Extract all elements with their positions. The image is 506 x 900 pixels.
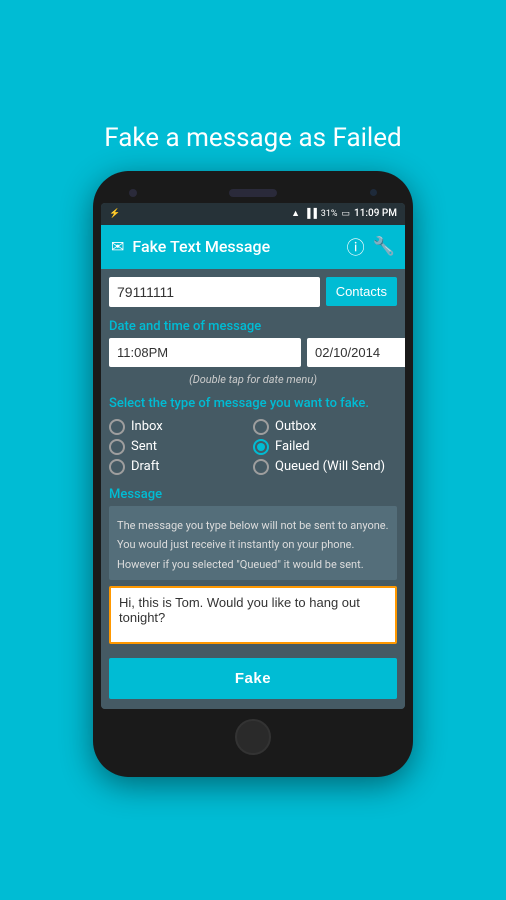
radio-sent-circle bbox=[109, 439, 125, 455]
home-button[interactable] bbox=[235, 719, 271, 755]
radio-queued-circle bbox=[253, 459, 269, 475]
radio-inbox-circle bbox=[109, 419, 125, 435]
status-bar: ⚡ ▲ ▐▐ 31% ▭ 11:09 PM bbox=[101, 203, 405, 225]
radio-failed-label: Failed bbox=[275, 439, 310, 454]
battery-icon: ▭ bbox=[342, 209, 351, 219]
phone-top-bar bbox=[101, 183, 405, 203]
radio-grid: Inbox Outbox Sent Failed bbox=[109, 419, 397, 483]
phone-camera bbox=[129, 189, 137, 197]
time-input[interactable] bbox=[109, 338, 301, 367]
double-tap-hint: (Double tap for date menu) bbox=[101, 371, 405, 392]
usb-icon: ⚡ bbox=[109, 209, 120, 219]
radio-draft-circle bbox=[109, 459, 125, 475]
date-input[interactable] bbox=[307, 338, 405, 367]
app-bar-title: Fake Text Message bbox=[132, 237, 270, 256]
battery-percent: 31% bbox=[321, 209, 338, 219]
message-type-section: Select the type of message you want to f… bbox=[101, 392, 405, 483]
radio-draft-label: Draft bbox=[131, 459, 160, 474]
radio-outbox[interactable]: Outbox bbox=[253, 419, 397, 435]
radio-outbox-circle bbox=[253, 419, 269, 435]
message-label: Message bbox=[109, 487, 397, 506]
message-textarea[interactable]: Hi, this is Tom. Would you like to hang … bbox=[109, 586, 397, 644]
radio-inbox-label: Inbox bbox=[131, 419, 163, 434]
status-right: ▲ ▐▐ 31% ▭ 11:09 PM bbox=[291, 208, 397, 219]
content-area: Contacts Date and time of message (Doubl… bbox=[101, 269, 405, 709]
phone-shell: ⚡ ▲ ▐▐ 31% ▭ 11:09 PM ✉ Fake Text Messag… bbox=[93, 171, 413, 777]
radio-inbox[interactable]: Inbox bbox=[109, 419, 253, 435]
wrench-icon[interactable]: 🔧 bbox=[373, 236, 395, 257]
fake-button-row: Fake bbox=[101, 648, 405, 709]
app-bar: ✉ Fake Text Message ⓘ 🔧 bbox=[101, 225, 405, 269]
datetime-section-label: Date and time of message bbox=[101, 313, 405, 338]
status-time: 11:09 PM bbox=[354, 208, 397, 219]
info-icon[interactable]: ⓘ bbox=[347, 234, 365, 260]
phone-number-row: Contacts bbox=[101, 269, 405, 313]
radio-sent[interactable]: Sent bbox=[109, 439, 253, 455]
message-info-box: The message you type below will not be s… bbox=[109, 506, 397, 580]
message-info-text: The message you type below will not be s… bbox=[117, 519, 389, 571]
fake-button[interactable]: Fake bbox=[109, 658, 397, 699]
datetime-row bbox=[101, 338, 405, 371]
radio-failed-circle bbox=[253, 439, 269, 455]
contacts-button[interactable]: Contacts bbox=[326, 277, 397, 306]
app-bar-left: ✉ Fake Text Message bbox=[111, 237, 270, 256]
radio-queued-label: Queued (Will Send) bbox=[275, 459, 385, 474]
phone-sensor bbox=[370, 189, 377, 196]
app-bar-right: ⓘ 🔧 bbox=[347, 234, 395, 260]
phone-number-input[interactable] bbox=[109, 277, 320, 307]
radio-draft[interactable]: Draft bbox=[109, 459, 253, 475]
phone-speaker bbox=[229, 189, 277, 197]
page-title: Fake a message as Failed bbox=[84, 123, 421, 153]
phone-bottom bbox=[101, 709, 405, 759]
radio-queued[interactable]: Queued (Will Send) bbox=[253, 459, 397, 475]
message-type-label: Select the type of message you want to f… bbox=[109, 396, 397, 419]
message-section: Message The message you type below will … bbox=[101, 483, 405, 648]
phone-screen: ⚡ ▲ ▐▐ 31% ▭ 11:09 PM ✉ Fake Text Messag… bbox=[101, 203, 405, 709]
radio-failed[interactable]: Failed bbox=[253, 439, 397, 455]
signal-icon: ▐▐ bbox=[304, 208, 317, 219]
envelope-icon: ✉ bbox=[111, 237, 124, 256]
wifi-icon: ▲ bbox=[291, 208, 300, 219]
radio-outbox-label: Outbox bbox=[275, 419, 316, 434]
radio-sent-label: Sent bbox=[131, 439, 157, 454]
status-left: ⚡ bbox=[109, 209, 120, 219]
